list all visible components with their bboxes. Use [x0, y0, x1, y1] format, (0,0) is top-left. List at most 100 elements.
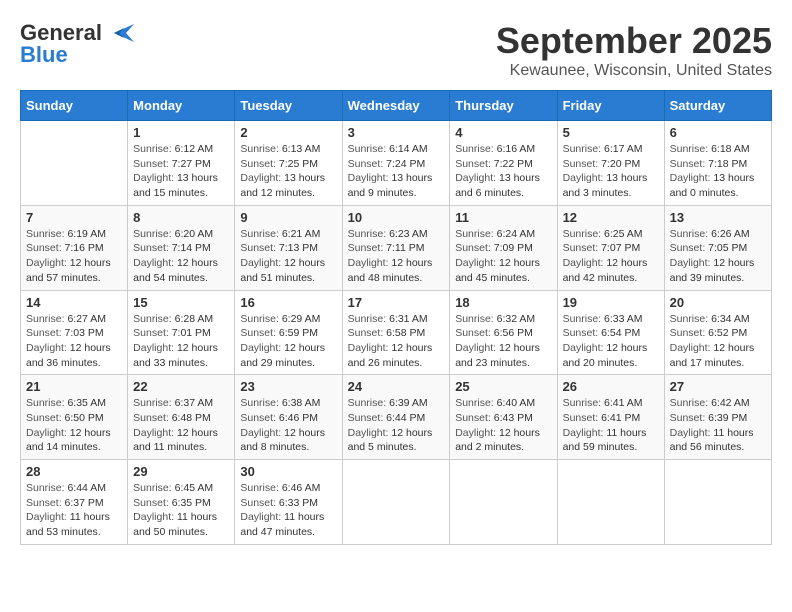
calendar-cell: 29 Sunrise: 6:45 AM Sunset: 6:35 PM Dayl…: [128, 460, 235, 545]
day-header-monday: Monday: [128, 91, 235, 121]
daylight-label: Daylight:: [240, 342, 284, 354]
day-number: 2: [240, 125, 336, 140]
sunrise-label: Sunrise:: [670, 228, 711, 240]
sunset-label: Sunset:: [133, 327, 172, 339]
day-number: 7: [26, 210, 122, 225]
sunrise-value: 6:40 AM: [497, 397, 536, 409]
day-header-sunday: Sunday: [21, 91, 128, 121]
sunrise-value: 6:34 AM: [711, 313, 750, 325]
calendar-cell: 20 Sunrise: 6:34 AM Sunset: 6:52 PM Dayl…: [664, 290, 771, 375]
cell-info: Sunrise: 6:40 AM Sunset: 6:43 PM Dayligh…: [455, 396, 551, 455]
sunrise-value: 6:19 AM: [67, 228, 106, 240]
daylight-label: Daylight:: [455, 257, 499, 269]
cell-info: Sunrise: 6:12 AM Sunset: 7:27 PM Dayligh…: [133, 142, 229, 201]
sunrise-label: Sunrise:: [455, 228, 496, 240]
day-header-friday: Friday: [557, 91, 664, 121]
daylight-label: Daylight:: [240, 172, 284, 184]
sunset-value: 6:50 PM: [65, 412, 104, 424]
calendar-cell: 18 Sunrise: 6:32 AM Sunset: 6:56 PM Dayl…: [450, 290, 557, 375]
sunrise-value: 6:32 AM: [497, 313, 536, 325]
sunrise-value: 6:33 AM: [604, 313, 643, 325]
daylight-label: Daylight:: [240, 257, 284, 269]
sunset-label: Sunset:: [455, 412, 494, 424]
calendar-cell: 15 Sunrise: 6:28 AM Sunset: 7:01 PM Dayl…: [128, 290, 235, 375]
sunrise-value: 6:12 AM: [175, 143, 214, 155]
cell-info: Sunrise: 6:17 AM Sunset: 7:20 PM Dayligh…: [563, 142, 659, 201]
sunrise-value: 6:14 AM: [389, 143, 428, 155]
daylight-label: Daylight:: [455, 427, 499, 439]
cell-info: Sunrise: 6:29 AM Sunset: 6:59 PM Dayligh…: [240, 312, 336, 371]
sunrise-value: 6:26 AM: [711, 228, 750, 240]
sunset-value: 6:52 PM: [708, 327, 747, 339]
logo: General Blue: [20, 20, 134, 68]
sunset-value: 6:48 PM: [172, 412, 211, 424]
sunset-label: Sunset:: [348, 242, 387, 254]
cell-info: Sunrise: 6:21 AM Sunset: 7:13 PM Dayligh…: [240, 227, 336, 286]
sunrise-label: Sunrise:: [455, 143, 496, 155]
calendar-week-5: 28 Sunrise: 6:44 AM Sunset: 6:37 PM Dayl…: [21, 460, 772, 545]
sunrise-label: Sunrise:: [26, 482, 67, 494]
daylight-label: Daylight:: [670, 342, 714, 354]
sunset-value: 6:35 PM: [172, 497, 211, 509]
day-number: 18: [455, 295, 551, 310]
sunset-value: 6:58 PM: [386, 327, 425, 339]
sunset-value: 6:54 PM: [601, 327, 640, 339]
day-number: 12: [563, 210, 659, 225]
sunset-label: Sunset:: [670, 158, 709, 170]
sunset-label: Sunset:: [133, 242, 172, 254]
sunset-label: Sunset:: [670, 327, 709, 339]
cell-info: Sunrise: 6:42 AM Sunset: 6:39 PM Dayligh…: [670, 396, 766, 455]
day-number: 17: [348, 295, 445, 310]
sunset-value: 6:56 PM: [494, 327, 533, 339]
cell-info: Sunrise: 6:19 AM Sunset: 7:16 PM Dayligh…: [26, 227, 122, 286]
daylight-label: Daylight:: [26, 511, 70, 523]
calendar-cell: 23 Sunrise: 6:38 AM Sunset: 6:46 PM Dayl…: [235, 375, 342, 460]
day-number: 8: [133, 210, 229, 225]
sunset-value: 6:39 PM: [708, 412, 747, 424]
day-number: 23: [240, 379, 336, 394]
sunrise-value: 6:27 AM: [67, 313, 106, 325]
sunrise-label: Sunrise:: [670, 397, 711, 409]
sunrise-label: Sunrise:: [455, 397, 496, 409]
sunrise-value: 6:13 AM: [282, 143, 321, 155]
daylight-label: Daylight:: [455, 172, 499, 184]
sunset-label: Sunset:: [455, 242, 494, 254]
logo-blue-text: Blue: [20, 42, 68, 68]
sunrise-label: Sunrise:: [348, 397, 389, 409]
sunset-value: 6:43 PM: [494, 412, 533, 424]
day-number: 13: [670, 210, 766, 225]
sunset-label: Sunset:: [563, 327, 602, 339]
cell-info: Sunrise: 6:28 AM Sunset: 7:01 PM Dayligh…: [133, 312, 229, 371]
calendar-cell: [557, 460, 664, 545]
calendar-week-3: 14 Sunrise: 6:27 AM Sunset: 7:03 PM Dayl…: [21, 290, 772, 375]
day-number: 11: [455, 210, 551, 225]
sunrise-label: Sunrise:: [563, 313, 604, 325]
calendar-cell: 25 Sunrise: 6:40 AM Sunset: 6:43 PM Dayl…: [450, 375, 557, 460]
daylight-label: Daylight:: [133, 172, 177, 184]
cell-info: Sunrise: 6:37 AM Sunset: 6:48 PM Dayligh…: [133, 396, 229, 455]
calendar-cell: 6 Sunrise: 6:18 AM Sunset: 7:18 PM Dayli…: [664, 121, 771, 206]
day-number: 29: [133, 464, 229, 479]
sunset-value: 7:22 PM: [494, 158, 533, 170]
sunset-label: Sunset:: [563, 412, 602, 424]
sunrise-label: Sunrise:: [563, 228, 604, 240]
calendar-cell: 16 Sunrise: 6:29 AM Sunset: 6:59 PM Dayl…: [235, 290, 342, 375]
calendar-cell: 9 Sunrise: 6:21 AM Sunset: 7:13 PM Dayli…: [235, 205, 342, 290]
calendar-cell: 30 Sunrise: 6:46 AM Sunset: 6:33 PM Dayl…: [235, 460, 342, 545]
cell-info: Sunrise: 6:20 AM Sunset: 7:14 PM Dayligh…: [133, 227, 229, 286]
sunrise-value: 6:38 AM: [282, 397, 321, 409]
day-number: 19: [563, 295, 659, 310]
daylight-label: Daylight:: [348, 427, 392, 439]
day-number: 25: [455, 379, 551, 394]
day-number: 27: [670, 379, 766, 394]
sunrise-label: Sunrise:: [240, 397, 281, 409]
sunrise-label: Sunrise:: [240, 143, 281, 155]
page-title: September 2025: [496, 20, 772, 62]
sunset-label: Sunset:: [133, 412, 172, 424]
sunset-label: Sunset:: [240, 242, 279, 254]
calendar-cell: 5 Sunrise: 6:17 AM Sunset: 7:20 PM Dayli…: [557, 121, 664, 206]
sunset-value: 7:18 PM: [708, 158, 747, 170]
sunset-label: Sunset:: [348, 327, 387, 339]
calendar-cell: 14 Sunrise: 6:27 AM Sunset: 7:03 PM Dayl…: [21, 290, 128, 375]
daylight-label: Daylight:: [26, 342, 70, 354]
